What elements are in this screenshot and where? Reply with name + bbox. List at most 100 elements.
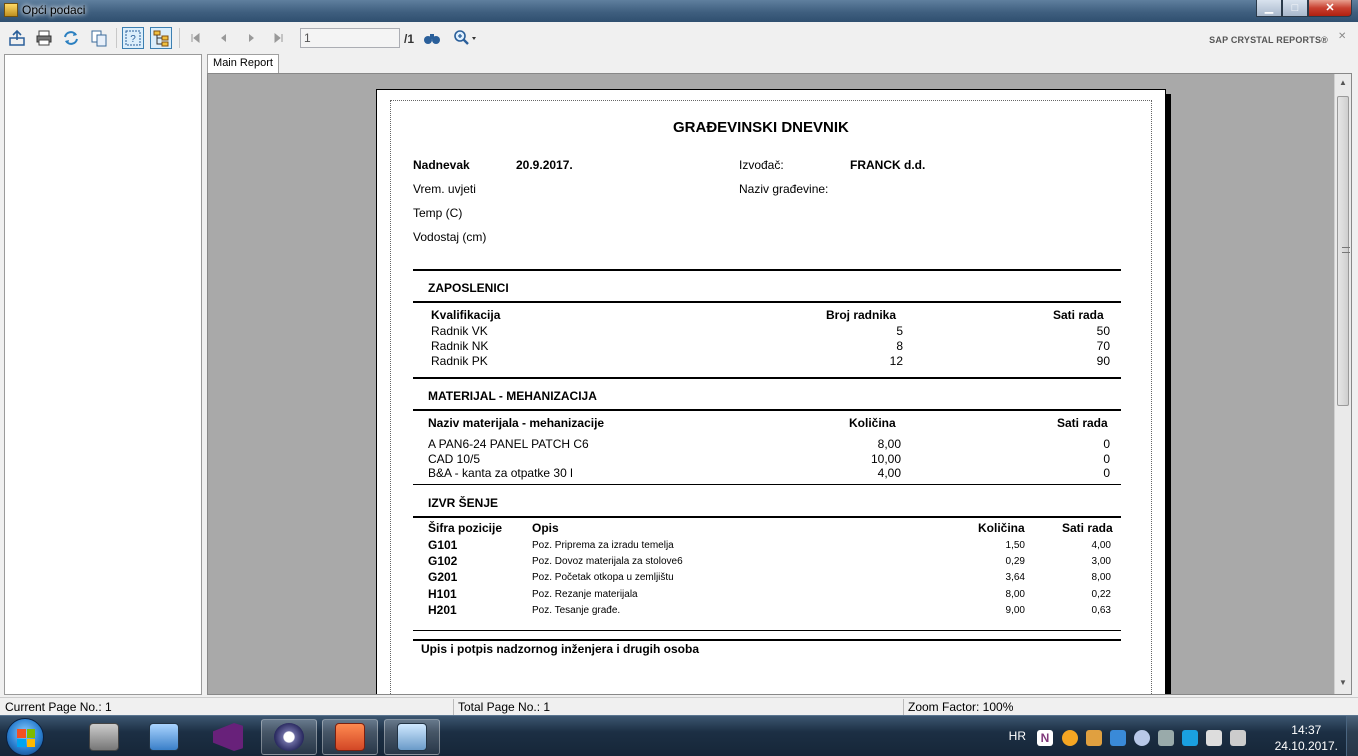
employee-workers: 12 bbox=[889, 354, 903, 368]
volume-icon[interactable] bbox=[1230, 730, 1246, 746]
execution-code: G201 bbox=[428, 570, 458, 584]
system-clock[interactable]: 14:37 24.10.2017. bbox=[1275, 722, 1338, 754]
page-total-label: /1 bbox=[404, 32, 415, 46]
close-viewer-icon[interactable]: ✕ bbox=[1338, 32, 1348, 42]
execution-quantity: 0,29 bbox=[1005, 556, 1025, 567]
printer-icon bbox=[36, 30, 52, 46]
close-button[interactable]: ✕ bbox=[1308, 0, 1352, 17]
total-page-status: Total Page No.: 1 bbox=[458, 700, 551, 714]
material-name: A PAN6-24 PANEL PATCH C6 bbox=[428, 437, 589, 451]
section-divider bbox=[413, 639, 1121, 641]
section-divider bbox=[413, 516, 1121, 518]
system-tray: HR N 14:37 24.10.2017. bbox=[998, 716, 1358, 756]
execution-description: Poz. Dovoz materijala za stolove6 bbox=[532, 556, 683, 567]
action-center-icon[interactable] bbox=[1206, 730, 1222, 746]
copy-icon bbox=[91, 30, 107, 47]
execution-description: Poz. Priprema za izradu temelja bbox=[532, 540, 674, 551]
export-button[interactable] bbox=[6, 27, 28, 49]
show-desktop-button[interactable] bbox=[1346, 716, 1358, 756]
language-indicator[interactable]: HR bbox=[1009, 729, 1026, 743]
employee-qualification: Radnik VK bbox=[431, 324, 488, 338]
materials-section-title: MATERIJAL - MEHANIZACIJA bbox=[428, 389, 597, 403]
material-name: B&A - kanta za otpatke 30 l bbox=[428, 466, 573, 480]
taskbar-app-computer[interactable] bbox=[136, 719, 192, 755]
tab-main-report[interactable]: Main Report bbox=[207, 54, 279, 73]
skype-icon[interactable] bbox=[1182, 730, 1198, 746]
execution-col-hours: Sati rada bbox=[1062, 521, 1113, 535]
section-divider bbox=[413, 409, 1121, 411]
scroll-down-icon[interactable]: ▼ bbox=[1338, 678, 1348, 688]
employees-col-hours: Sati rada bbox=[1053, 308, 1104, 322]
windows-logo-icon bbox=[17, 729, 35, 747]
report-viewport[interactable]: GRAĐEVINSKI DNEVNIK Nadnevak 20.9.2017. … bbox=[207, 73, 1352, 695]
taskbar-app-report-viewer[interactable] bbox=[384, 719, 440, 755]
copy-button[interactable] bbox=[88, 27, 110, 49]
execution-code: H201 bbox=[428, 603, 457, 617]
execution-section-title: IZVR ŠENJE bbox=[428, 496, 499, 510]
print-button[interactable] bbox=[33, 27, 55, 49]
taskbar-app-server-manager[interactable] bbox=[76, 719, 132, 755]
water-level-label: Vodostaj (cm) bbox=[413, 230, 487, 244]
employee-hours: 50 bbox=[1096, 324, 1110, 338]
group-tree-panel[interactable] bbox=[4, 54, 202, 695]
maximize-button[interactable]: □ bbox=[1282, 0, 1308, 17]
minimize-button[interactable]: ▁ bbox=[1256, 0, 1282, 17]
execution-description: Poz. Tesanje građe. bbox=[532, 605, 621, 616]
employee-qualification: Radnik NK bbox=[431, 339, 489, 353]
scrollbar-thumb[interactable] bbox=[1337, 96, 1350, 406]
date-value: 20.9.2017. bbox=[516, 158, 573, 172]
sap-crystal-reports-logo: SAP CRYSTAL REPORTS® bbox=[1209, 35, 1328, 45]
grip-icon bbox=[1342, 247, 1350, 253]
notification-icon[interactable] bbox=[1062, 730, 1078, 746]
previous-page-icon bbox=[221, 34, 226, 42]
contractor-value: FRANCK d.d. bbox=[850, 158, 926, 172]
material-name: CAD 10/5 bbox=[428, 452, 481, 466]
vertical-scrollbar[interactable]: ▲ ▼ bbox=[1334, 74, 1351, 694]
powerpoint-icon bbox=[335, 723, 365, 751]
employee-workers: 8 bbox=[896, 339, 903, 353]
report-page: GRAĐEVINSKI DNEVNIK Nadnevak 20.9.2017. … bbox=[376, 89, 1166, 694]
report-title: GRAĐEVINSKI DNEVNIK bbox=[673, 119, 849, 136]
crystal-icon bbox=[274, 723, 304, 751]
execution-code: G101 bbox=[428, 538, 458, 552]
execution-col-quantity: Količina bbox=[978, 521, 1025, 535]
sync-icon[interactable] bbox=[1134, 730, 1150, 746]
status-divider bbox=[903, 699, 904, 715]
material-quantity: 8,00 bbox=[877, 437, 901, 451]
windows-taskbar: HR N 14:37 24.10.2017. bbox=[0, 715, 1358, 756]
scroll-up-icon[interactable]: ▲ bbox=[1338, 78, 1348, 88]
page-number-input[interactable] bbox=[300, 28, 400, 48]
network-icon[interactable] bbox=[1158, 730, 1174, 746]
start-button[interactable] bbox=[6, 718, 44, 756]
first-page-icon bbox=[191, 32, 200, 44]
dropbox-icon[interactable] bbox=[1110, 730, 1126, 746]
group-tree-icon bbox=[153, 30, 169, 47]
execution-quantity: 9,00 bbox=[1005, 605, 1025, 616]
employees-col-workers: Broj radnika bbox=[826, 308, 897, 322]
find-button[interactable] bbox=[421, 27, 443, 49]
execution-description: Poz. Rezanje materijala bbox=[532, 589, 638, 600]
last-page-button[interactable] bbox=[268, 27, 290, 49]
taskbar-app-powerpoint[interactable] bbox=[322, 719, 378, 755]
help-button[interactable]: ? bbox=[122, 27, 144, 49]
refresh-button[interactable] bbox=[60, 27, 82, 49]
zoom-button[interactable] bbox=[450, 27, 480, 49]
clock-date: 24.10.2017. bbox=[1274, 739, 1338, 753]
execution-code: H101 bbox=[428, 587, 457, 601]
toggle-group-tree-button[interactable] bbox=[150, 27, 172, 49]
execution-quantity: 8,00 bbox=[1005, 589, 1025, 600]
signature-label: Upis i potpis nadzornog inženjera i drug… bbox=[421, 642, 700, 656]
section-divider bbox=[413, 377, 1121, 379]
employee-workers: 5 bbox=[896, 324, 903, 338]
first-page-button[interactable] bbox=[184, 27, 206, 49]
toolbar-separator bbox=[116, 28, 117, 48]
taskbar-app-crystal[interactable] bbox=[261, 719, 317, 755]
title-bar: Opći podaci ▁ □ ✕ bbox=[0, 0, 1358, 22]
folder-icon[interactable] bbox=[1086, 730, 1102, 746]
next-page-button[interactable] bbox=[240, 27, 262, 49]
window-controls: ▁ □ ✕ bbox=[1256, 0, 1352, 18]
taskbar-app-visual-studio[interactable] bbox=[200, 719, 256, 755]
previous-page-button[interactable] bbox=[212, 27, 234, 49]
zoom-factor-status: Zoom Factor: 100% bbox=[908, 700, 1014, 714]
onenote-icon[interactable]: N bbox=[1037, 730, 1053, 746]
